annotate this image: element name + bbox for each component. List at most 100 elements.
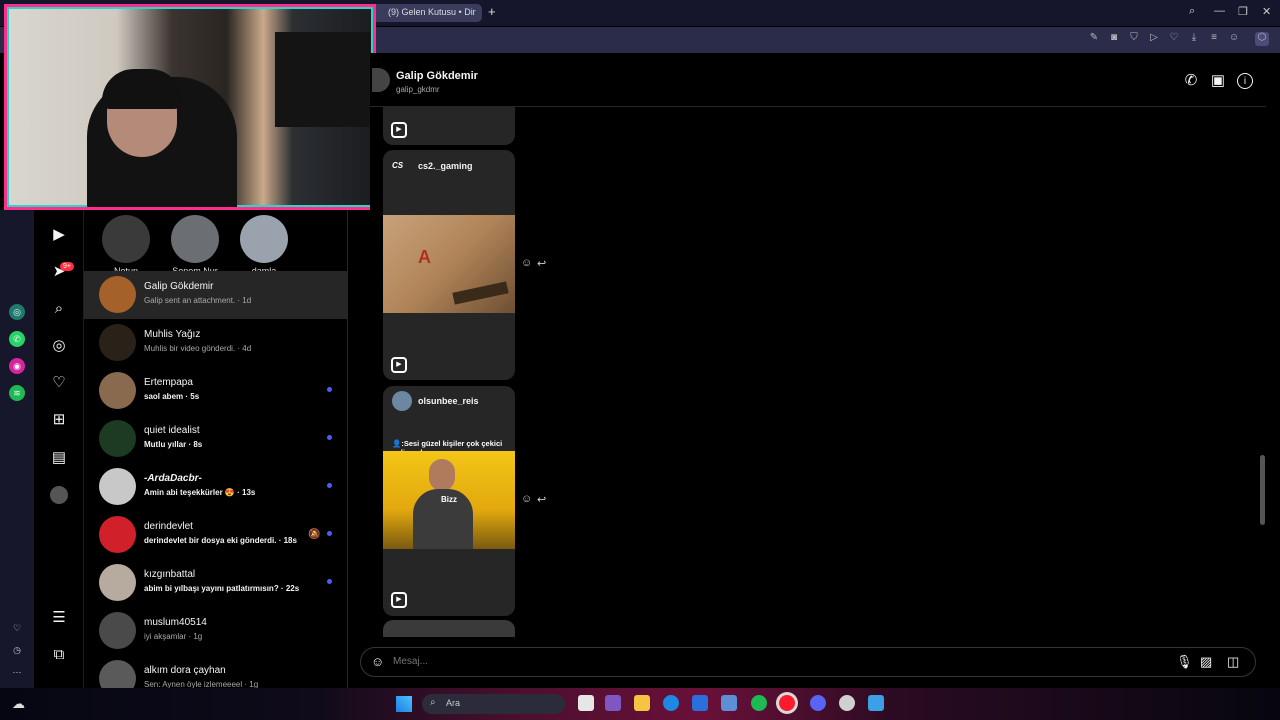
avatar (99, 372, 136, 409)
heart-icon[interactable]: ♡ (9, 620, 25, 636)
reel-thumbnail[interactable]: A (383, 215, 515, 313)
react-emoji-icon[interactable]: ☺ (521, 493, 532, 505)
search-icon[interactable]: ⌕ (1189, 5, 1195, 18)
avatar (99, 612, 136, 649)
heart-icon[interactable]: ♡ (50, 374, 68, 392)
emoji-icon[interactable]: ☺ (371, 654, 384, 669)
thumbnail-text: A (418, 247, 431, 267)
chat-scrollbar[interactable] (1260, 455, 1265, 525)
restore-icon[interactable]: ❐ (1238, 5, 1248, 18)
instagram-icon[interactable]: ◉ (9, 358, 25, 374)
note-item[interactable]: Senem Nur (165, 215, 225, 276)
phone-icon[interactable]: ✆ (1183, 73, 1199, 89)
minimize-icon[interactable]: — (1214, 5, 1225, 17)
unread-dot (327, 435, 332, 440)
apps-icon[interactable]: ⧉ (50, 646, 68, 664)
conversation-preview: abim bi yılbaşı yayını patlatırmısın? · … (144, 584, 300, 593)
copilot-icon[interactable] (605, 695, 621, 711)
chatgpt-icon[interactable]: ◎ (9, 304, 25, 320)
conversation-row[interactable]: quiet idealist Mutlu yıllar · 8s (84, 415, 348, 463)
profile-avatar[interactable] (50, 486, 68, 504)
avatar (99, 516, 136, 553)
avatar (99, 276, 136, 313)
unread-dot (327, 531, 332, 536)
conversation-preview: Galip sent an attachment. · 1d (144, 296, 252, 305)
conversation-row[interactable]: kızgınbattal abim bi yılbaşı yayını patl… (84, 559, 348, 607)
steam-icon[interactable] (839, 695, 855, 711)
hamburger-menu-icon[interactable]: ☰ (50, 609, 68, 627)
conversation-row[interactable]: Ertempapa saol abem · 5s (84, 367, 348, 415)
message-input[interactable] (393, 656, 1093, 667)
conversation-row[interactable]: Galip Gökdemir Galip sent an attachment.… (84, 271, 348, 319)
card-username[interactable]: olsunbee_reis (418, 396, 479, 406)
conversation-name: derindevlet (144, 521, 193, 532)
clock-icon[interactable]: ◷ (9, 642, 25, 658)
reels-icon[interactable]: ▶ (50, 226, 68, 244)
sticker-icon[interactable]: ◫ (1227, 654, 1239, 670)
reply-icon[interactable]: ↩ (537, 493, 546, 506)
whatsapp-icon[interactable]: ✆ (9, 331, 25, 347)
chat-header (370, 53, 1266, 107)
opera-gx-icon[interactable] (779, 695, 795, 711)
notification-badge: 9+ (60, 262, 74, 271)
camera-icon[interactable]: ◙ (1107, 32, 1121, 46)
task-view-icon[interactable] (578, 695, 594, 711)
info-icon[interactable]: i (1237, 73, 1253, 89)
browser-tab-active[interactable]: (9) Gelen Kutusu • Dir (372, 4, 482, 22)
profile-icon[interactable]: ☺ (1227, 32, 1241, 46)
new-tab-button[interactable]: + (488, 4, 496, 19)
app-icon[interactable] (868, 695, 884, 711)
note-item[interactable]: Notun (96, 215, 156, 276)
spotify-icon[interactable] (751, 695, 767, 711)
shared-reel-card[interactable] (383, 620, 515, 637)
download-icon[interactable]: ⤓ (1187, 32, 1201, 46)
play-icon[interactable]: ▷ (1147, 32, 1161, 46)
edge-icon[interactable] (663, 695, 679, 711)
reply-icon[interactable]: ↩ (537, 257, 546, 270)
unread-dot (327, 483, 332, 488)
video-call-icon[interactable]: ▣ (1210, 73, 1226, 89)
more-icon[interactable]: ⋯ (9, 664, 25, 680)
chat-title[interactable]: Galip Gökdemir (396, 70, 478, 82)
file-explorer-icon[interactable] (634, 695, 650, 711)
close-icon[interactable]: ✕ (1262, 5, 1271, 18)
search-icon[interactable]: ⌕ (50, 300, 68, 318)
card-username[interactable]: cs2._gaming (418, 161, 473, 171)
microphone-icon[interactable]: 🎙 (1176, 654, 1193, 670)
taskbar-search-text: Ara (446, 698, 461, 708)
mail-icon[interactable] (721, 695, 737, 711)
extension-icon[interactable]: ⬡ (1255, 32, 1269, 46)
dashboard-icon[interactable]: ▤ (50, 449, 68, 467)
conversation-preview: Mutlu yıllar · 8s (144, 440, 203, 449)
reel-thumbnail[interactable]: Bizz (383, 451, 515, 549)
widgets-icon[interactable]: ☁ (12, 696, 25, 712)
conversation-row[interactable]: Muhlis Yağız Muhlis bir video gönderdi. … (84, 319, 348, 367)
conversation-name: quiet idealist (144, 425, 200, 436)
cs2-logo-icon: CS (392, 161, 404, 170)
shield-icon[interactable]: ⛉ (1127, 32, 1141, 46)
reel-icon: ▶ (391, 357, 407, 373)
conversation-row[interactable]: derindevlet derindevlet bir dosya eki gö… (84, 511, 348, 559)
store-icon[interactable] (692, 695, 708, 711)
spotify-icon[interactable]: ≋ (9, 385, 25, 401)
chat-username: galip_gkdmr (396, 85, 440, 94)
heart-icon[interactable]: ♡ (1167, 32, 1181, 46)
conversation-name: Galip Gökdemir (144, 281, 214, 292)
create-icon[interactable]: ⊞ (50, 411, 68, 429)
taskbar-search[interactable]: Ara (422, 694, 565, 714)
conversation-row[interactable]: alkım dora çayhan Sen: Aynen öyle izleme… (84, 655, 348, 688)
menu-icon[interactable]: ≡ (1207, 32, 1221, 46)
explore-icon[interactable]: ◎ (50, 337, 68, 355)
muted-bell-icon: 🔕 (308, 529, 321, 540)
conversation-preview: Muhlis bir video gönderdi. · 4d (144, 344, 252, 353)
conversation-row[interactable]: -ArdaDacbr- Amin abi teşekkürler 😍 · 13s (84, 463, 348, 511)
windows-start-icon[interactable] (396, 696, 412, 712)
image-icon[interactable]: ▨ (1200, 654, 1212, 670)
conversation-row[interactable]: muslum40514 iyi akşamlar · 1g (84, 607, 348, 655)
conversation-name: alkım dora çayhan (144, 665, 226, 676)
edit-icon[interactable]: ✎ (1087, 32, 1101, 46)
discord-icon[interactable] (810, 695, 826, 711)
react-emoji-icon[interactable]: ☺ (521, 257, 532, 269)
reel-icon: ▶ (391, 122, 407, 138)
note-item[interactable]: damla (234, 215, 294, 276)
